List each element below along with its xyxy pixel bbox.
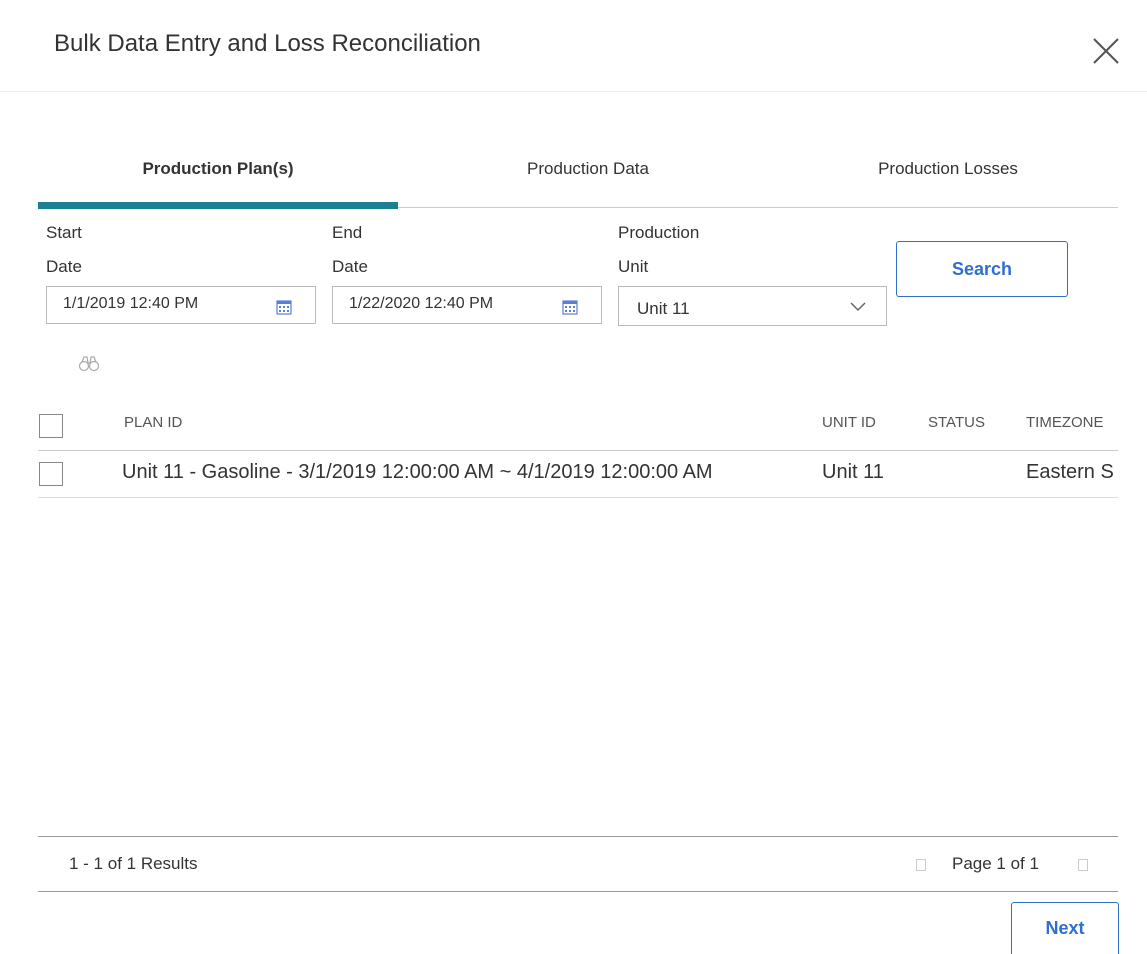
cell-timezone: Eastern S bbox=[1026, 461, 1114, 483]
next-button[interactable]: Next bbox=[1011, 902, 1119, 954]
grid-footer: 1 - 1 of 1 Results Page 1 of 1 bbox=[38, 836, 1118, 892]
production-unit-select[interactable]: Unit 11 bbox=[618, 286, 887, 326]
dialog-header: Bulk Data Entry and Loss Reconciliation bbox=[0, 0, 1147, 92]
end-date-value: 1/22/2020 12:40 PM bbox=[349, 295, 494, 312]
dialog-title: Bulk Data Entry and Loss Reconciliation bbox=[54, 30, 481, 57]
row-checkbox[interactable] bbox=[39, 462, 63, 486]
table-row[interactable]: Unit 11 - Gasoline - 3/1/2019 12:00:00 A… bbox=[38, 451, 1118, 498]
end-date-label-line2: Date bbox=[332, 257, 368, 276]
column-header-status[interactable]: STATUS bbox=[928, 414, 985, 431]
end-date-label-line1: End bbox=[332, 223, 363, 242]
cell-plan-id: Unit 11 - Gasoline - 3/1/2019 12:00:00 A… bbox=[122, 461, 713, 483]
grid-header: PLAN ID UNIT ID STATUS TIMEZONE bbox=[38, 400, 1118, 451]
column-header-plan-id[interactable]: PLAN ID bbox=[124, 414, 182, 431]
column-header-unit-id[interactable]: UNIT ID bbox=[822, 414, 876, 431]
production-unit-label-line2: Unit bbox=[618, 257, 649, 276]
tab-production-plans[interactable]: Production Plan(s) bbox=[38, 150, 398, 209]
end-date-input[interactable]: 1/22/2020 12:40 PM bbox=[332, 286, 602, 324]
previous-page-icon[interactable] bbox=[916, 859, 926, 871]
column-header-timezone[interactable]: TIMEZONE bbox=[1026, 414, 1104, 431]
page-indicator: Page 1 of 1 bbox=[952, 854, 1039, 873]
results-count: 1 - 1 of 1 Results bbox=[69, 854, 198, 873]
tab-bar: Production Plan(s) Production Data Produ… bbox=[38, 150, 1118, 209]
calendar-icon[interactable] bbox=[276, 299, 292, 315]
tab-production-losses[interactable]: Production Losses bbox=[768, 150, 1128, 208]
close-icon[interactable] bbox=[1091, 36, 1121, 66]
select-all-checkbox[interactable] bbox=[39, 414, 63, 438]
production-unit-value: Unit 11 bbox=[637, 299, 690, 318]
start-date-label-line2: Date bbox=[46, 257, 82, 276]
chevron-down-icon bbox=[850, 302, 866, 312]
tab-production-data[interactable]: Production Data bbox=[408, 150, 768, 208]
search-button[interactable]: Search bbox=[896, 241, 1068, 297]
start-date-input[interactable]: 1/1/2019 12:40 PM bbox=[46, 286, 316, 324]
start-date-value: 1/1/2019 12:40 PM bbox=[63, 295, 199, 312]
binoculars-icon[interactable] bbox=[78, 356, 100, 372]
production-unit-label-line1: Production bbox=[618, 223, 700, 242]
next-page-icon[interactable] bbox=[1078, 859, 1088, 871]
cell-unit-id: Unit 11 bbox=[822, 461, 884, 483]
start-date-label-line1: Start bbox=[46, 223, 82, 242]
calendar-icon[interactable] bbox=[562, 299, 578, 315]
